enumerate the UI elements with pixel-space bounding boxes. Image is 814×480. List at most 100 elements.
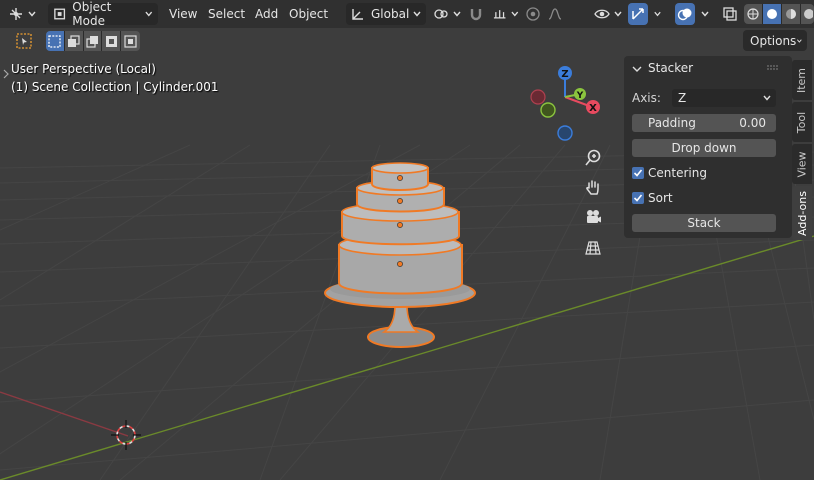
select-set-icon [48,34,62,48]
pivot-point-button[interactable] [433,3,463,25]
active-tool-button[interactable] [14,32,34,50]
options-label: Options [750,33,797,48]
tab-add-ons-label: Add-ons [795,190,809,236]
centering-label: Centering [648,166,707,180]
axis-value: Z [678,91,687,105]
tab-add-ons[interactable]: Add-ons [792,186,812,240]
selectability-visibility-button[interactable] [594,3,624,25]
xray-icon [723,7,737,21]
snap-target-dropdown[interactable] [492,3,520,25]
zoom-button[interactable] [581,146,605,170]
magnet-icon [470,9,482,21]
camera-icon [587,210,601,223]
select-intersect-icon [124,34,137,48]
tab-view[interactable]: View [792,144,812,184]
tab-item[interactable]: Item [792,60,812,100]
neg-y-axis-handle[interactable] [540,102,556,118]
editor-type-button[interactable] [8,3,42,25]
proportional-edit-toggle[interactable] [525,3,545,25]
drag-handle-icon[interactable] [767,65,779,70]
chevron-down-icon [413,11,421,17]
stack-label: Stack [687,216,721,230]
shading-mode-group [744,4,814,24]
xray-toggle[interactable] [720,3,740,25]
overlays-icon [677,8,692,21]
select-extend-button[interactable] [64,31,84,51]
navigation-gizmo[interactable]: Z Y X [530,66,600,141]
gizmo-dropdown[interactable] [650,3,662,25]
chevron-down-icon [614,11,622,17]
gizmo-toggle[interactable] [628,3,648,25]
snap-toggle[interactable] [468,3,490,25]
chevron-down-icon [511,11,519,17]
falloff-dropdown[interactable] [547,3,571,25]
sort-checkbox[interactable] [632,192,644,204]
overlays-toggle[interactable] [675,3,695,25]
view-perspective-label: User Perspective (Local) [11,62,156,76]
checkmark-icon [633,169,643,177]
z-axis-label: Z [561,69,568,80]
chevron-down-icon [701,11,709,17]
padding-field[interactable]: Padding 0.00 [632,114,776,132]
mode-dropdown[interactable]: Object Mode [48,0,158,28]
menu-select[interactable]: Select [204,3,249,25]
select-extend-icon [68,34,80,47]
toolbar-expand-arrow[interactable] [3,68,9,79]
x-axis-line [0,391,129,437]
tab-item-label: Item [795,67,809,93]
tab-tool-label: Tool [795,111,809,133]
solid-sphere-icon [767,9,777,19]
proportional-edit-icon [526,7,540,21]
ortho-toggle-button[interactable] [581,236,605,260]
material-shading-button[interactable] [782,4,801,24]
chevron-right-icon [3,69,9,79]
drop-down-label: Drop down [671,141,737,155]
axis-dropdown[interactable]: Z [672,89,776,107]
stack-button[interactable]: Stack [632,214,776,232]
transform-orientation-icon [352,9,363,20]
overlays-dropdown[interactable] [697,3,711,25]
neg-z-axis-handle[interactable] [557,125,573,141]
pivot-icon [434,9,448,19]
menu-add[interactable]: Add [251,3,282,25]
drop-down-button[interactable]: Drop down [632,139,776,157]
chevron-down-icon [654,11,661,17]
select-intersect-button[interactable] [121,31,140,51]
sort-label: Sort [648,191,673,205]
panel-title: Stacker [648,61,694,75]
cake-object[interactable] [324,162,476,348]
orientation-dropdown[interactable]: Global [346,3,426,25]
object-mode-icon [54,8,66,20]
tool-settings-header: Options [0,28,814,54]
select-subtract-button[interactable] [83,31,103,51]
scene-collection-label: (1) Scene Collection | Cylinder.001 [11,80,219,94]
selection-mode-group [46,31,140,51]
menu-view[interactable]: View [165,3,201,25]
gizmo-icon [632,8,644,20]
options-dropdown[interactable]: Options [743,30,807,51]
chevron-down-icon [797,38,803,43]
checkmark-icon [633,194,643,202]
solid-shading-button[interactable] [763,4,782,24]
viewport-header: Object Mode View Select Add Object Globa… [0,0,814,28]
wireframe-shading-button[interactable] [744,4,763,24]
eye-icon [594,9,610,19]
select-difference-icon [105,35,117,47]
centering-checkbox[interactable] [632,167,644,179]
select-box-tool-icon [16,33,32,49]
select-new-button[interactable] [46,31,65,51]
chevron-down-icon[interactable] [632,64,642,74]
tab-tool[interactable]: Tool [792,102,812,142]
chevron-down-icon [763,95,771,101]
camera-view-button[interactable] [581,205,605,229]
menu-object[interactable]: Object [285,3,332,25]
wireframe-sphere-icon [747,8,759,20]
stacker-panel: Stacker Axis: Z Padding 0.00 Drop down C… [624,56,792,238]
zoom-icon [585,149,601,166]
rendered-shading-button[interactable] [801,4,814,24]
neg-x-axis-handle[interactable] [530,89,546,105]
pan-button[interactable] [581,175,605,199]
select-subtract-icon [86,35,98,48]
select-difference-button[interactable] [102,31,122,51]
mode-label: Object Mode [72,0,112,28]
